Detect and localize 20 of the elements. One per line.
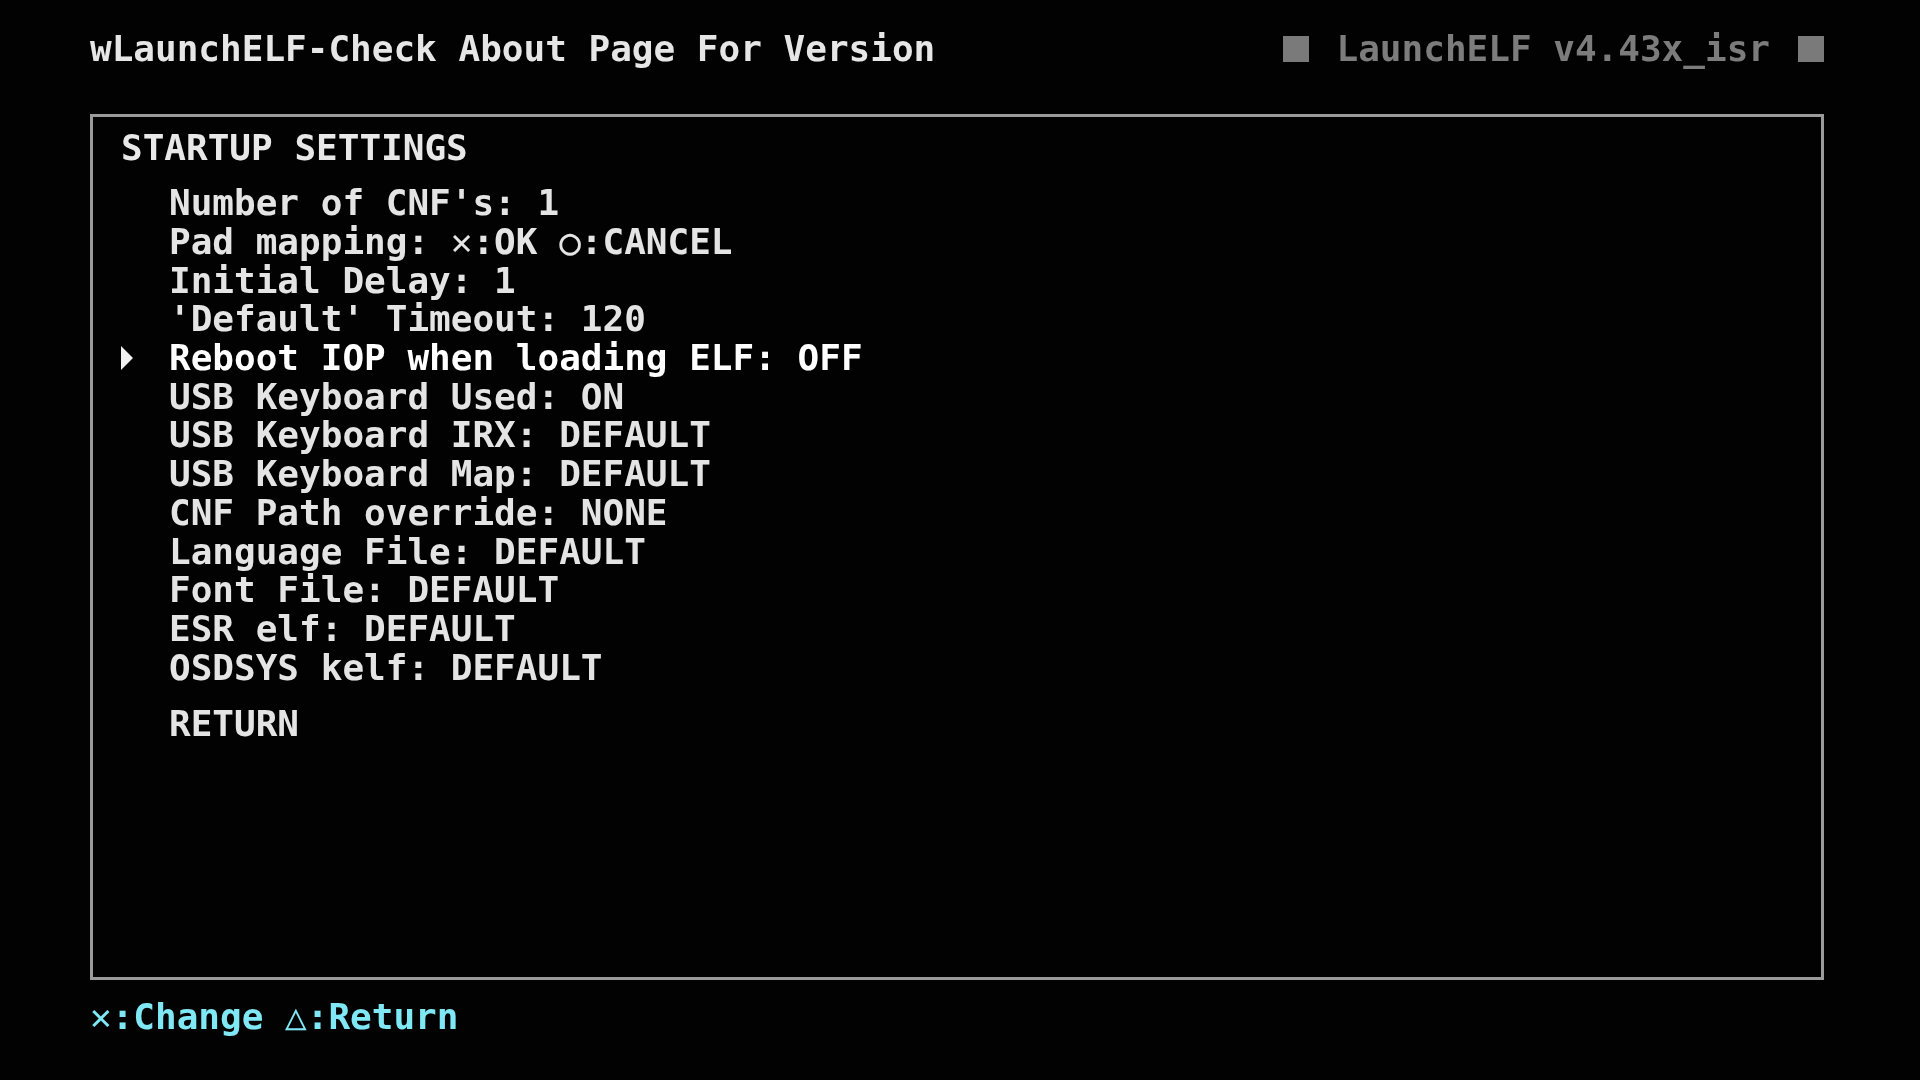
- menu-item[interactable]: Reboot IOP when loading ELF: OFF: [169, 339, 863, 378]
- menu-item[interactable]: Number of CNF's: 1: [169, 184, 560, 223]
- menu-item[interactable]: USB Keyboard Map: DEFAULT: [169, 455, 711, 494]
- menu-item[interactable]: Pad mapping: ✕:OK ○:CANCEL: [169, 223, 733, 262]
- menu-item[interactable]: OSDSYS kelf: DEFAULT: [169, 648, 603, 687]
- menu-item[interactable]: CNF Path override: NONE: [169, 493, 668, 532]
- menu-item[interactable]: USB Keyboard Used: ON: [169, 377, 625, 416]
- menu-item[interactable]: Font File: DEFAULT: [169, 571, 560, 610]
- menu-item[interactable]: Initial Delay: 1: [169, 261, 516, 300]
- button-hint: ✕:Change △:Return: [90, 995, 459, 1039]
- version-label: LaunchELF v4.43x_isr: [1336, 27, 1770, 71]
- square-icon: [1282, 36, 1309, 62]
- menu-item[interactable]: 'Default' Timeout: 120: [169, 300, 646, 339]
- page-title: wLaunchELF-Check About Page For Version: [90, 27, 936, 71]
- menu-item[interactable]: Language File: DEFAULT: [169, 532, 646, 571]
- menu-item[interactable]: RETURN: [169, 705, 300, 744]
- menu-item[interactable]: USB Keyboard IRX: DEFAULT: [169, 416, 711, 455]
- menu-item[interactable]: ESR elf: DEFAULT: [169, 609, 516, 648]
- square-icon: [1798, 36, 1824, 62]
- panel-title: STARTUP SETTINGS: [121, 127, 469, 169]
